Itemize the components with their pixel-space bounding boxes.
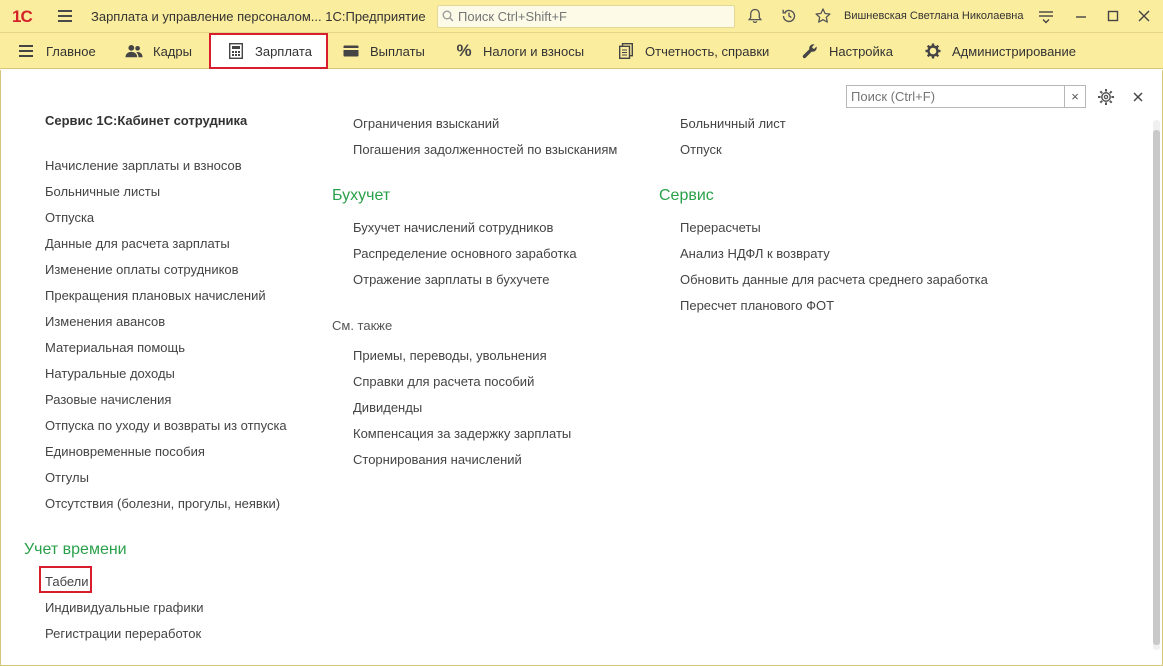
group-title-service: Сервис: [659, 187, 714, 204]
menu-item-admin[interactable]: Администрирование: [924, 33, 1076, 69]
link-benefit-certificates[interactable]: Справки для расчета пособий: [353, 374, 534, 389]
maximize-icon[interactable]: [1105, 8, 1121, 24]
current-user[interactable]: Вишневская Светлана Николаевна: [844, 10, 1024, 22]
link-accrual-termination[interactable]: Прекращения плановых начислений: [45, 288, 266, 303]
documents-icon: [617, 42, 635, 60]
main-menu-icon[interactable]: [58, 10, 72, 22]
search-icon: [442, 10, 454, 22]
menu-item-main[interactable]: Главное: [18, 33, 96, 69]
link-lump-sum-benefits[interactable]: Единовременные пособия: [45, 444, 205, 459]
global-search[interactable]: [437, 5, 735, 28]
link-natural-income[interactable]: Натуральные доходы: [45, 366, 175, 381]
link-earnings-distribution[interactable]: Распределение основного заработка: [353, 246, 577, 261]
close-window-icon[interactable]: [1136, 8, 1152, 24]
gear-icon: [924, 42, 942, 60]
panel-search-input[interactable]: [848, 87, 1064, 106]
link-pay-change[interactable]: Изменение оплаты сотрудников: [45, 262, 239, 277]
app-logo[interactable]: 1С: [12, 7, 33, 27]
gear-icon[interactable]: [1097, 88, 1115, 106]
calculator-icon: [227, 42, 245, 60]
link-reversals[interactable]: Сторнирования начислений: [353, 452, 522, 467]
menu-item-label: Отчетность, справки: [645, 43, 770, 59]
link-time-off[interactable]: Отгулы: [45, 470, 89, 485]
sections-menu: Главное Кадры Зарплата Выплаты % Налоги …: [0, 33, 1163, 69]
group-title-see-also: См. также: [332, 318, 393, 333]
panel-search[interactable]: ×: [846, 85, 1086, 108]
menu-item-label: Кадры: [153, 43, 192, 59]
menu-item-label: Настройка: [829, 43, 893, 59]
menu-item-payments[interactable]: Выплаты: [342, 33, 425, 69]
link-accounting-accruals[interactable]: Бухучет начислений сотрудников: [353, 220, 553, 235]
service-cabinet-title[interactable]: Сервис 1С:Кабинет сотрудника: [45, 113, 247, 128]
link-salary-accrual[interactable]: Начисление зарплаты и взносов: [45, 158, 242, 173]
menu-item-label: Администрирование: [952, 43, 1076, 59]
wallet-icon: [342, 42, 360, 60]
wrench-icon: [801, 42, 819, 60]
link-sick-leaves[interactable]: Больничные листы: [45, 184, 160, 199]
global-search-input[interactable]: [458, 8, 728, 25]
history-icon[interactable]: [780, 7, 798, 25]
link-one-time-accruals[interactable]: Разовые начисления: [45, 392, 171, 407]
close-icon[interactable]: [1131, 90, 1145, 104]
link-vacations[interactable]: Отпуска: [45, 210, 94, 225]
clear-search-button[interactable]: ×: [1064, 86, 1085, 107]
menu-item-hr[interactable]: Кадры: [125, 33, 192, 69]
link-overtime-registrations[interactable]: Регистрации переработок: [45, 626, 201, 641]
link-absences[interactable]: Отсутствия (болезни, прогулы, неявки): [45, 496, 280, 511]
menu-item-label: Налоги и взносы: [483, 43, 585, 59]
group-title-accounting: Бухучет: [332, 187, 391, 204]
link-delay-compensation[interactable]: Компенсация за задержку зарплаты: [353, 426, 571, 441]
menu-item-label: Зарплата: [255, 43, 312, 59]
people-icon: [125, 42, 143, 60]
link-material-aid[interactable]: Материальная помощь: [45, 340, 185, 355]
menu-item-label: Выплаты: [370, 43, 425, 59]
menu-item-taxes[interactable]: % Налоги и взносы: [455, 33, 584, 69]
scrollbar-thumb[interactable]: [1153, 130, 1160, 645]
percent-icon: %: [456, 41, 472, 60]
link-penalty-limits[interactable]: Ограничения взысканий: [353, 116, 499, 131]
section-panel: × Сервис 1С:Кабинет сотрудника Начислени…: [0, 70, 1163, 666]
minimize-icon[interactable]: [1073, 8, 1089, 24]
link-debt-repayment[interactable]: Погашения задолженностей по взысканиям: [353, 142, 617, 157]
link-hiring-transfers[interactable]: Приемы, переводы, увольнения: [353, 348, 547, 363]
menu-item-settings[interactable]: Настройка: [801, 33, 893, 69]
bell-icon[interactable]: [746, 7, 764, 25]
star-icon[interactable]: [814, 7, 832, 25]
menu-item-reports[interactable]: Отчетность, справки: [617, 33, 769, 69]
menu-item-salary[interactable]: Зарплата: [209, 33, 328, 69]
window-title: Зарплата и управление персоналом... 1С:П…: [91, 9, 426, 24]
link-ndfl-analysis[interactable]: Анализ НДФЛ к возврату: [680, 246, 830, 261]
vertical-scrollbar[interactable]: [1153, 120, 1160, 650]
link-vacation-doc[interactable]: Отпуск: [680, 142, 722, 157]
link-timesheets[interactable]: Табели: [45, 574, 89, 589]
link-sick-leave-doc[interactable]: Больничный лист: [680, 116, 786, 131]
link-individual-schedules[interactable]: Индивидуальные графики: [45, 600, 204, 615]
link-payroll-fund-recalc[interactable]: Пересчет планового ФОТ: [680, 298, 834, 313]
link-salary-data[interactable]: Данные для расчета зарплаты: [45, 236, 230, 251]
link-salary-reflection[interactable]: Отражение зарплаты в бухучете: [353, 272, 549, 287]
menu-item-label: Главное: [46, 43, 96, 59]
link-dividends[interactable]: Дивиденды: [353, 400, 422, 415]
link-recalculations[interactable]: Перерасчеты: [680, 220, 761, 235]
link-parental-leave[interactable]: Отпуска по уходу и возвраты из отпуска: [45, 418, 287, 433]
link-update-average-earnings[interactable]: Обновить данные для расчета среднего зар…: [680, 272, 988, 287]
title-bar: 1С Зарплата и управление персоналом... 1…: [0, 0, 1163, 33]
settings-menu-icon[interactable]: [1038, 8, 1054, 24]
link-advance-changes[interactable]: Изменения авансов: [45, 314, 165, 329]
hamburger-icon: [18, 42, 36, 60]
group-title-time-tracking: Учет времени: [24, 541, 127, 558]
